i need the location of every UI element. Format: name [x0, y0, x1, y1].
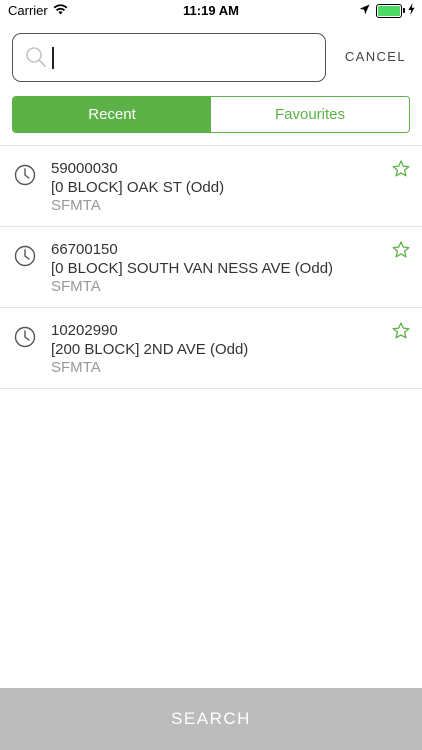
battery-nub [403, 7, 405, 13]
search-button[interactable]: SEARCH [0, 688, 422, 750]
search-icon [25, 46, 47, 73]
list-item[interactable]: 10202990 [200 BLOCK] 2ND AVE (Odd) SFMTA [0, 308, 422, 389]
item-text: 59000030 [0 BLOCK] OAK ST (Odd) SFMTA [51, 160, 224, 216]
battery-fill [378, 5, 400, 16]
clock-icon [14, 164, 36, 191]
recent-list: 59000030 [0 BLOCK] OAK ST (Odd) SFMTA 66… [0, 145, 422, 389]
stop-agency: SFMTA [51, 197, 101, 214]
star-icon[interactable] [392, 241, 410, 263]
list-item[interactable]: 66700150 [0 BLOCK] SOUTH VAN NESS AVE (O… [0, 227, 422, 308]
stop-address: [0 BLOCK] SOUTH VAN NESS AVE (Odd) [51, 259, 334, 277]
search-box[interactable] [12, 33, 326, 82]
search-input[interactable] [51, 44, 311, 72]
text-cursor [52, 47, 54, 69]
star-icon[interactable] [392, 322, 410, 344]
stop-id: 10202990 [51, 322, 118, 339]
star-icon[interactable] [392, 160, 410, 182]
status-right [359, 3, 415, 18]
cancel-button[interactable]: CANCEL [345, 49, 406, 64]
item-text: 66700150 [0 BLOCK] SOUTH VAN NESS AVE (O… [51, 241, 333, 297]
stop-agency: SFMTA [51, 359, 101, 376]
stop-address: [0 BLOCK] OAK ST (Odd) [51, 178, 225, 196]
clock-icon [14, 245, 36, 272]
clock-icon [14, 326, 36, 353]
stop-id: 59000030 [51, 160, 118, 177]
list-item[interactable]: 59000030 [0 BLOCK] OAK ST (Odd) SFMTA [0, 146, 422, 227]
stop-agency: SFMTA [51, 278, 101, 295]
stop-address: [200 BLOCK] 2ND AVE (Odd) [51, 340, 249, 358]
battery-icon [376, 3, 405, 18]
location-arrow-icon [359, 3, 370, 18]
stop-id: 66700150 [51, 241, 118, 258]
status-bar: Carrier 11:19 AM [0, 0, 422, 22]
charging-bolt-icon [408, 3, 415, 18]
tab-favourites[interactable]: Favourites [211, 97, 409, 132]
tab-segmented-control: Recent Favourites [12, 96, 410, 133]
tab-recent[interactable]: Recent [13, 97, 211, 132]
item-text: 10202990 [200 BLOCK] 2ND AVE (Odd) SFMTA [51, 322, 248, 378]
